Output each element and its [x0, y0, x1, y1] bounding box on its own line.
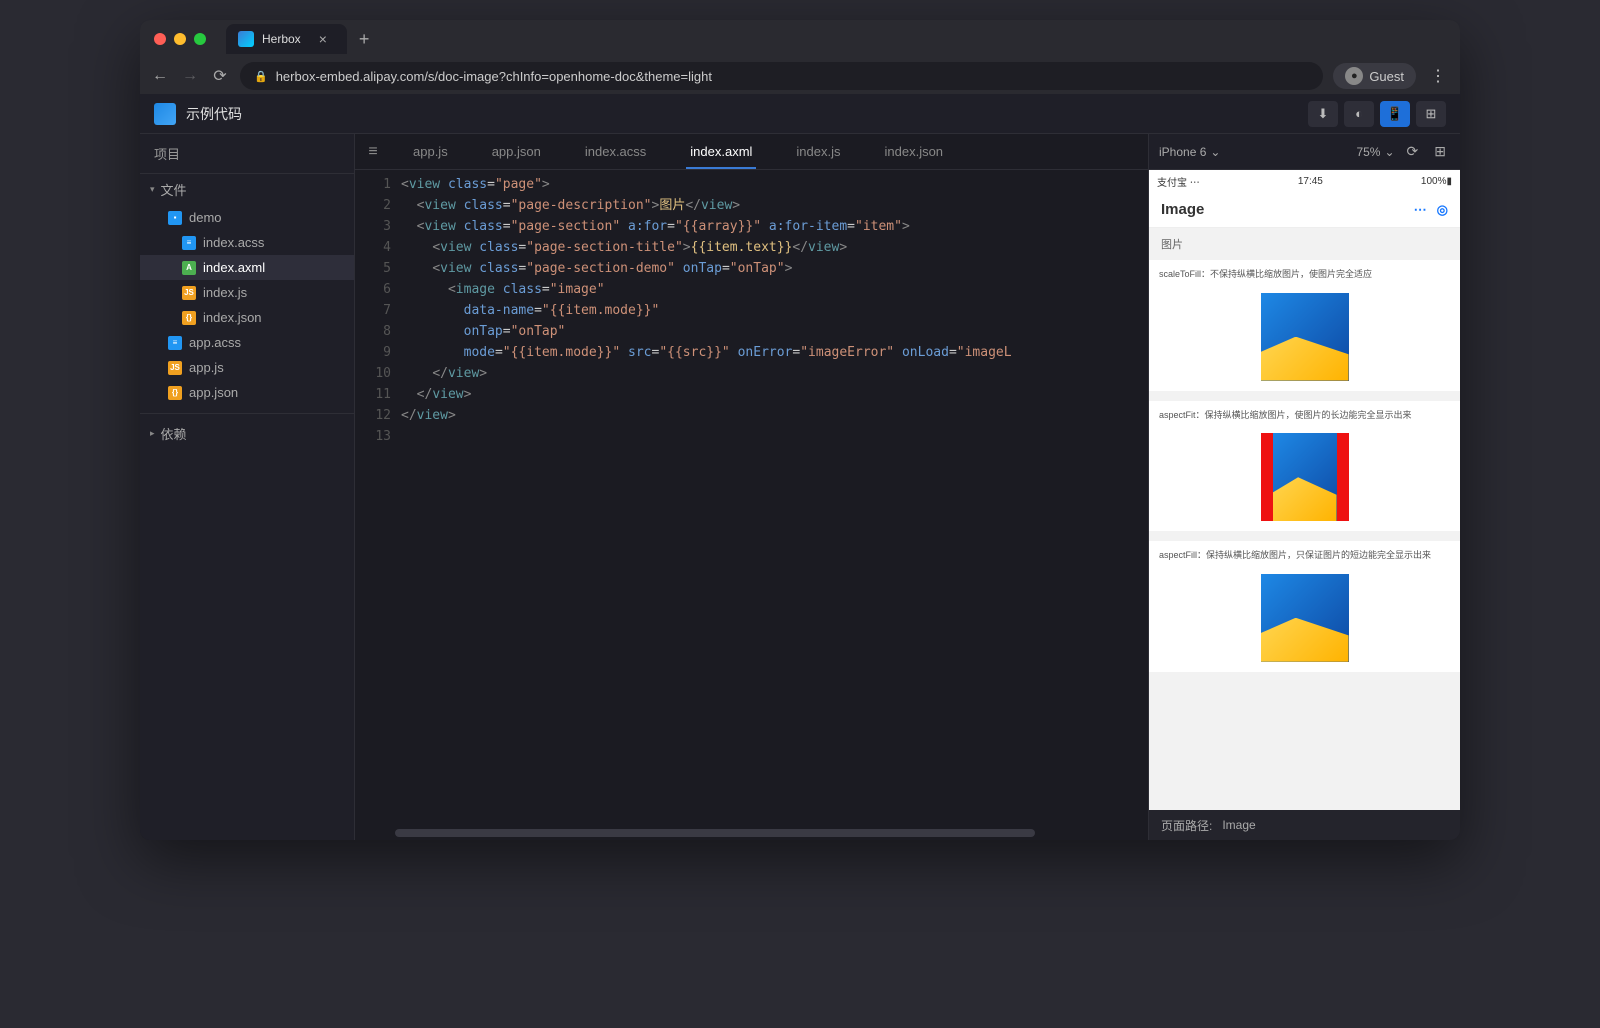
forward-icon[interactable]: →	[180, 67, 200, 85]
close-tab-icon[interactable]: ×	[319, 31, 327, 47]
status-carrier: 支付宝 ⋯	[1157, 174, 1200, 189]
grid-icon[interactable]: ⊞	[1430, 143, 1450, 160]
phone-page-desc: 图片	[1149, 228, 1460, 260]
device-select[interactable]: iPhone 6 ⌄	[1159, 145, 1348, 159]
acss-file-icon: ≡	[168, 336, 182, 350]
url-text: herbox-embed.alipay.com/s/doc-image?chIn…	[276, 69, 712, 84]
mobile-preview-button[interactable]: 📱	[1380, 101, 1410, 127]
editor-tabs: ≡ app.jsapp.jsonindex.acssindex.axmlinde…	[355, 134, 1148, 170]
grid-button[interactable]: ⊞	[1416, 101, 1446, 127]
sample-image[interactable]	[1261, 293, 1349, 381]
profile-label: Guest	[1369, 69, 1404, 84]
file-index-axml[interactable]: Aindex.axml	[140, 255, 354, 280]
favicon-icon	[238, 31, 254, 47]
app-title: 示例代码	[186, 104, 242, 124]
chevron-down-icon: ⌄	[1384, 145, 1394, 159]
file-index-js[interactable]: JSindex.js	[140, 280, 354, 305]
browser-tab-title: Herbox	[262, 32, 301, 46]
sample-image[interactable]	[1261, 433, 1349, 521]
editor-tab-index-axml[interactable]: index.axml	[668, 134, 774, 169]
target-icon[interactable]: ◎	[1437, 202, 1448, 218]
sample-image[interactable]	[1261, 574, 1349, 662]
code-content[interactable]: <view class="page"> <view class="page-de…	[401, 170, 1148, 826]
preview-toolbar: iPhone 6 ⌄ 75% ⌄ ⟳ ⊞	[1149, 134, 1460, 170]
phone-page-title: Image	[1161, 201, 1204, 218]
mode-label: aspectFit：保持纵横比缩放图片，使图片的长边能完全显示出来	[1149, 401, 1460, 430]
image-mode-section: aspectFit：保持纵横比缩放图片，使图片的长边能完全显示出来	[1149, 401, 1460, 532]
code-editor[interactable]: 12345678910111213 <view class="page"> <v…	[355, 170, 1148, 826]
file-app-acss[interactable]: ≡app.acss	[140, 330, 354, 355]
menu-icon[interactable]: ⋮	[1426, 66, 1450, 86]
sidebar-files-group[interactable]: 文件	[140, 174, 354, 205]
mode-label: scaleToFill：不保持纵横比缩放图片，使图片完全适应	[1149, 260, 1460, 289]
sidebar-project-label: 项目	[140, 134, 354, 174]
editor-tab-app-json[interactable]: app.json	[470, 134, 563, 169]
phone-navbar: Image ⋯ ◎	[1149, 192, 1460, 228]
footer-label: 页面路径:	[1161, 817, 1212, 834]
file-app-js[interactable]: JSapp.js	[140, 355, 354, 380]
horizontal-scrollbar[interactable]	[355, 826, 1148, 840]
sidebar: 项目 文件 ▪demo ≡index.acss Aindex.axml JSin…	[140, 134, 355, 840]
file-index-json[interactable]: {}index.json	[140, 305, 354, 330]
folder-icon: ▪	[168, 211, 182, 225]
mode-label: aspectFill：保持纵横比缩放图片，只保证图片的短边能完全显示出来	[1149, 541, 1460, 570]
axml-file-icon: A	[182, 261, 196, 275]
json-file-icon: {}	[182, 311, 196, 325]
chevron-down-icon: ⌄	[1210, 145, 1220, 159]
maximize-window-button[interactable]	[194, 33, 206, 45]
profile-icon: ●	[1345, 67, 1363, 85]
minimize-window-button[interactable]	[174, 33, 186, 45]
folder-demo[interactable]: ▪demo	[140, 205, 354, 230]
js-file-icon: JS	[182, 286, 196, 300]
phone-status-bar: 支付宝 ⋯ 17:45 100%▮	[1149, 170, 1460, 192]
new-tab-button[interactable]: +	[351, 29, 378, 50]
acss-file-icon: ≡	[182, 236, 196, 250]
close-window-button[interactable]	[154, 33, 166, 45]
zoom-select[interactable]: 75% ⌄	[1356, 145, 1394, 159]
preview-footer: 页面路径: Image	[1149, 810, 1460, 840]
lock-icon: 🔒	[254, 70, 268, 83]
json-file-icon: {}	[168, 386, 182, 400]
browser-toolbar: ← → ⟳ 🔒 herbox-embed.alipay.com/s/doc-im…	[140, 58, 1460, 94]
reload-icon[interactable]: ⟳	[210, 66, 230, 86]
editor-tab-app-js[interactable]: app.js	[391, 134, 470, 169]
editor-tab-index-json[interactable]: index.json	[863, 134, 966, 169]
sidebar-deps-group[interactable]: 依赖	[140, 413, 354, 449]
js-file-icon: JS	[168, 361, 182, 375]
footer-value: Image	[1222, 818, 1255, 832]
download-button[interactable]: ⬇	[1308, 101, 1338, 127]
editor-tab-index-js[interactable]: index.js	[774, 134, 862, 169]
editor-tab-index-acss[interactable]: index.acss	[563, 134, 668, 169]
file-index-acss[interactable]: ≡index.acss	[140, 230, 354, 255]
line-numbers: 12345678910111213	[355, 170, 401, 826]
browser-tab[interactable]: Herbox ×	[226, 24, 347, 54]
back-icon[interactable]: ←	[150, 67, 170, 85]
file-app-json[interactable]: {}app.json	[140, 380, 354, 405]
refresh-icon[interactable]: ⟳	[1403, 143, 1423, 160]
more-icon[interactable]: ⋯	[1414, 202, 1427, 218]
app-header: 示例代码 ⬇ ◐ 📱 ⊞	[140, 94, 1460, 134]
image-mode-section: aspectFill：保持纵横比缩放图片，只保证图片的短边能完全显示出来	[1149, 541, 1460, 672]
image-mode-section: scaleToFill：不保持纵横比缩放图片，使图片完全适应	[1149, 260, 1460, 391]
app-logo-icon	[154, 103, 176, 125]
status-time: 17:45	[1298, 176, 1323, 187]
profile-button[interactable]: ● Guest	[1333, 63, 1416, 89]
status-battery: 100%▮	[1421, 176, 1452, 187]
browser-titlebar: Herbox × +	[140, 20, 1460, 58]
preview-panel: iPhone 6 ⌄ 75% ⌄ ⟳ ⊞ 支付宝 ⋯ 17:45 100%▮ I…	[1148, 134, 1460, 840]
theme-button[interactable]: ◐	[1344, 101, 1374, 127]
hamburger-icon[interactable]: ≡	[355, 134, 391, 169]
phone-preview[interactable]: 支付宝 ⋯ 17:45 100%▮ Image ⋯ ◎ 图片 scaleToFi…	[1149, 170, 1460, 810]
url-input[interactable]: 🔒 herbox-embed.alipay.com/s/doc-image?ch…	[240, 62, 1323, 90]
